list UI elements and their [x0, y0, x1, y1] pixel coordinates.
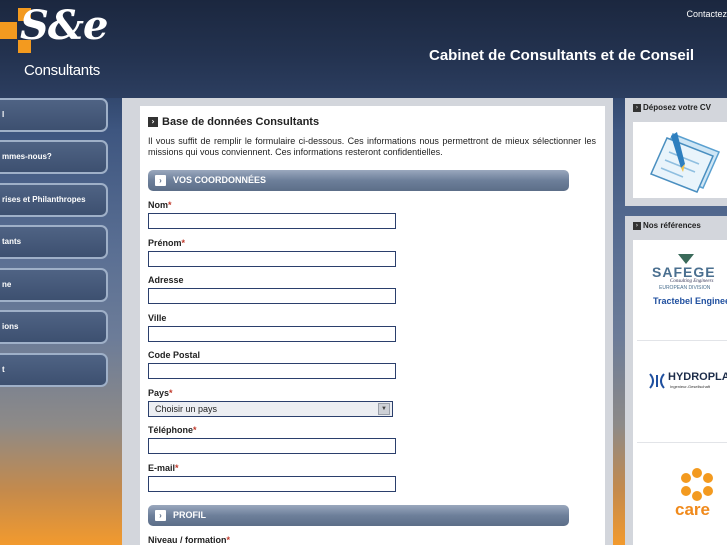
nom-input[interactable] — [148, 213, 396, 229]
required-mark: * — [168, 200, 172, 210]
adresse-input[interactable] — [148, 288, 396, 304]
refs-divider — [637, 442, 727, 443]
cv-title: Déposez votre CV — [643, 103, 712, 112]
nav-item-label: ne — [2, 280, 12, 289]
section-coordonnees: › VOS COORDONNÉES — [148, 170, 569, 191]
care-logo[interactable]: care — [675, 500, 710, 520]
country-select-value: Choisir un pays — [155, 404, 218, 414]
nav-item-3[interactable]: rises et Philanthropes — [0, 183, 108, 217]
nav-item-label: rises et Philanthropes — [2, 195, 86, 204]
label-email: E-mail* — [148, 463, 179, 473]
header: S&e Consultants Contactez Cabinet de Con… — [0, 0, 727, 98]
label-ville: Ville — [148, 313, 167, 323]
safege-logo[interactable]: SAFEGE — [652, 264, 716, 280]
safege-division: EUROPEAN DIVISION — [659, 285, 711, 291]
email-input[interactable] — [148, 476, 396, 492]
section-arrow-icon: › — [155, 510, 166, 521]
safege-subtitle: Consulting Engineers — [670, 279, 714, 284]
label-prenom: Prénom* — [148, 238, 186, 248]
cv-panel[interactable] — [633, 122, 727, 198]
nav-item-7[interactable]: t — [0, 353, 108, 387]
required-mark: * — [175, 463, 179, 473]
logo-subtitle: Consultants — [24, 62, 100, 79]
label-nom: Nom* — [148, 200, 172, 210]
logo-square-2 — [0, 22, 17, 39]
title-arrow-icon: › — [148, 117, 158, 127]
code-postal-input[interactable] — [148, 363, 396, 379]
refs-title: Nos références — [643, 221, 701, 230]
section-title: VOS COORDONNÉES — [173, 175, 267, 185]
nav-item-label: t — [2, 365, 5, 374]
required-mark: * — [226, 535, 231, 545]
nav-item-4[interactable]: tants — [0, 225, 108, 259]
refs-arrow-icon: › — [633, 222, 641, 230]
prenom-input[interactable] — [148, 251, 396, 267]
section-title: PROFIL — [173, 510, 206, 520]
required-mark: * — [193, 425, 197, 435]
section-profil: › PROFIL — [148, 505, 569, 526]
nav-item-label: mmes-nous? — [2, 152, 52, 161]
required-mark: * — [169, 388, 173, 398]
telephone-input[interactable] — [148, 438, 396, 454]
cv-document-icon[interactable] — [633, 122, 727, 198]
chevron-down-icon[interactable]: ▼ — [378, 403, 390, 415]
cv-arrow-icon: › — [633, 104, 641, 112]
tractebel-logo[interactable]: Tractebel Engineering — [653, 296, 727, 306]
label-niveau: Niveau / formation* — [148, 535, 231, 545]
nav-item-1[interactable]: l — [0, 98, 108, 132]
required-mark: * — [181, 238, 186, 248]
intro-text: Il vous suffit de remplir le formulaire … — [148, 136, 596, 157]
hydroplan-logo-icon[interactable] — [648, 372, 666, 390]
nav-item-5[interactable]: ne — [0, 268, 108, 302]
label-code-postal: Code Postal — [148, 350, 201, 360]
nav-item-2[interactable]: mmes-nous? — [0, 140, 108, 174]
section-arrow-icon: › — [155, 175, 166, 186]
label-adresse: Adresse — [148, 275, 184, 285]
contact-link[interactable]: Contactez — [686, 9, 727, 19]
nav-item-label: l — [2, 110, 5, 119]
logo-text[interactable]: S&e — [20, 2, 108, 49]
label-pays: Pays* — [148, 388, 173, 398]
label-telephone: Téléphone* — [148, 425, 197, 435]
care-logo-icon[interactable] — [677, 465, 717, 503]
nav-item-label: ions — [2, 322, 19, 331]
country-select[interactable]: Choisir un pays ▼ — [148, 401, 393, 417]
page-title: Base de données Consultants — [162, 116, 320, 128]
hydroplan-subtitle: Ingenieur-Gesellschaft — [670, 384, 711, 389]
site-title: Cabinet de Consultants et de Conseil — [429, 47, 695, 64]
ville-input[interactable] — [148, 326, 396, 342]
nav-item-label: tants — [2, 237, 22, 246]
nav-item-6[interactable]: ions — [0, 310, 108, 344]
hydroplan-logo[interactable]: HYDROPLAN — [668, 371, 727, 383]
refs-divider — [637, 340, 727, 341]
